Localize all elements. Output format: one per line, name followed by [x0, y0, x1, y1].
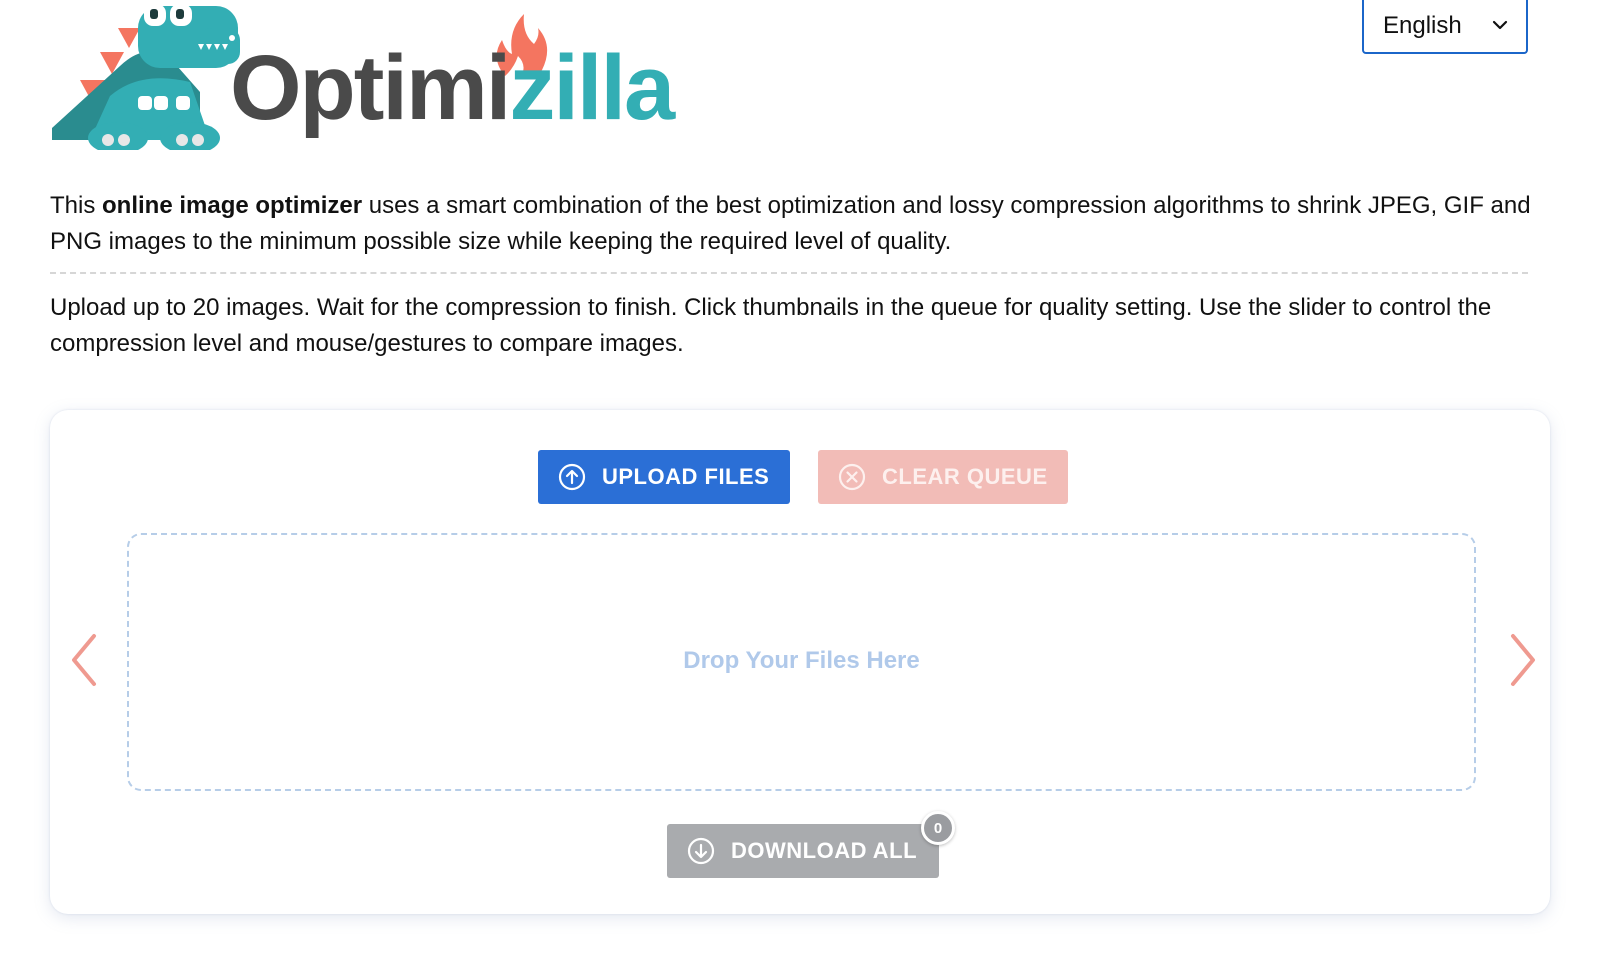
section-divider — [50, 272, 1528, 274]
page-header: Optimizilla English — [0, 0, 1600, 170]
chevron-right-icon[interactable] — [1507, 632, 1539, 688]
intro-description: This online image optimizer uses a smart… — [50, 188, 1550, 260]
intro-prefix: This — [50, 192, 103, 219]
logo-text-optimi: Optimi — [230, 37, 511, 139]
optimizer-tool-panel: UPLOAD FILES CLEAR QUEUE Drop Your Files… — [50, 410, 1550, 914]
chevron-down-icon — [1492, 20, 1508, 30]
logo-text-zilla: zilla — [509, 37, 675, 139]
upload-files-label: UPLOAD FILES — [602, 464, 770, 489]
clear-queue-button[interactable]: CLEAR QUEUE — [818, 450, 1068, 504]
language-select-value: English — [1383, 12, 1462, 39]
drop-zone-text: Drop Your Files Here — [683, 647, 920, 674]
download-count-badge: 0 — [921, 811, 955, 845]
clear-queue-label: CLEAR QUEUE — [882, 464, 1048, 489]
intro-bold-text: online image optimizer — [102, 192, 363, 219]
download-all-label: DOWNLOAD ALL — [731, 838, 918, 863]
usage-instructions: Upload up to 20 images. Wait for the com… — [50, 294, 1492, 357]
arrow-down-circle-icon — [687, 837, 715, 865]
optimizilla-logo[interactable]: Optimizilla — [50, 0, 710, 150]
file-drop-zone[interactable]: Drop Your Files Here — [127, 533, 1476, 791]
logo-wordmark: Optimizilla — [230, 42, 675, 134]
chevron-left-icon[interactable] — [68, 632, 100, 688]
upload-files-button[interactable]: UPLOAD FILES — [538, 450, 790, 504]
arrow-up-circle-icon — [558, 463, 586, 491]
download-all-button[interactable]: DOWNLOAD ALL — [667, 824, 939, 878]
x-circle-icon — [838, 463, 866, 491]
language-select[interactable]: English — [1362, 0, 1528, 54]
